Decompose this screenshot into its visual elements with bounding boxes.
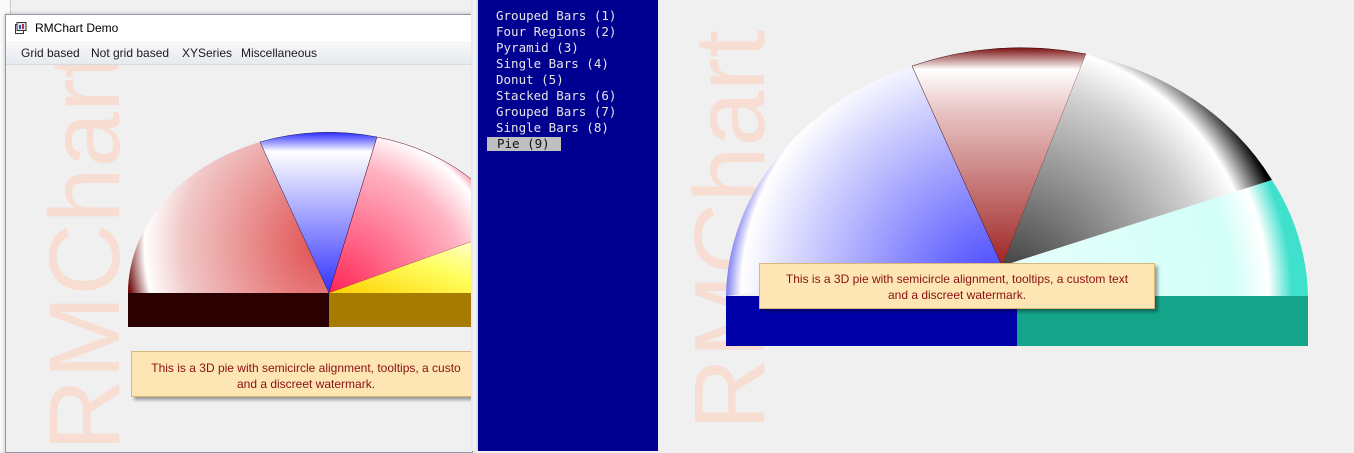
caption-line-1: This is a 3D pie with semicircle alignme… xyxy=(785,272,1129,286)
pie-base-gold xyxy=(329,293,472,327)
rmchart-demo-window[interactable]: RMChart Demo Grid based Not grid based X… xyxy=(5,14,473,453)
menu-option-pyramid[interactable]: Pyramid (3) xyxy=(496,41,579,55)
pie-chart-right[interactable] xyxy=(658,0,1354,451)
window-titlebar[interactable]: RMChart Demo xyxy=(6,15,472,42)
chart-selection-menu: Grouped Bars (1) Four Regions (2) Pyrami… xyxy=(478,0,658,451)
menu-not-grid-based[interactable]: Not grid based xyxy=(91,46,169,60)
menu-option-four-regions[interactable]: Four Regions (2) xyxy=(496,25,616,39)
menu-option-single-bars-4[interactable]: Single Bars (4) xyxy=(496,57,609,71)
pie-slices-left xyxy=(128,132,472,294)
app-icon xyxy=(15,22,27,34)
menu-bar: Grid based Not grid based XYSeries Misce… xyxy=(6,43,472,65)
menu-option-donut[interactable]: Donut (5) xyxy=(496,73,564,87)
caption-line-2: and a discreet watermark. xyxy=(887,288,1027,302)
caption-line-2: and a discreet watermark. xyxy=(236,377,376,391)
menu-option-stacked-bars[interactable]: Stacked Bars (6) xyxy=(496,89,616,103)
right-chart-area: RMChart This is a 3D pie with semicircle… xyxy=(658,0,1354,451)
menu-option-single-bars-8[interactable]: Single Bars (8) xyxy=(496,121,609,135)
caption-line-1: This is a 3D pie with semicircle alignme… xyxy=(151,361,461,375)
menu-miscellaneous[interactable]: Miscellaneous xyxy=(241,46,317,60)
pie-slices-right xyxy=(726,47,1308,296)
chart-caption-right: This is a 3D pie with semicircle alignme… xyxy=(759,263,1155,309)
left-chart-area: RMChart This is a 3D pie with semicircle… xyxy=(6,65,472,452)
menu-grid-based[interactable]: Grid based xyxy=(21,46,80,60)
window-divider xyxy=(471,0,478,451)
menu-option-pie-selected[interactable]: Pie (9) xyxy=(487,137,561,151)
chart-caption-left: This is a 3D pie with semicircle alignme… xyxy=(131,351,472,397)
pie-base-dark xyxy=(128,293,329,327)
menu-xyseries[interactable]: XYSeries xyxy=(182,46,232,60)
window-title: RMChart Demo xyxy=(35,21,119,35)
menu-option-grouped-bars-7[interactable]: Grouped Bars (7) xyxy=(496,105,616,119)
menu-option-grouped-bars-1[interactable]: Grouped Bars (1) xyxy=(496,9,616,23)
